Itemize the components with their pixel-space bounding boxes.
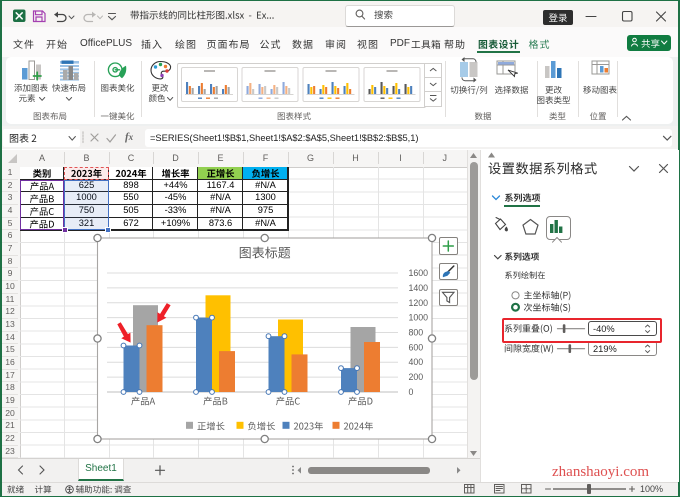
svg-text:1600: 1600	[409, 268, 429, 278]
svg-text:400: 400	[409, 357, 424, 367]
svg-text:1000: 1000	[409, 313, 429, 323]
svg-text:0: 0	[409, 387, 414, 397]
svg-text:200: 200	[409, 372, 424, 382]
svg-text:1400: 1400	[409, 283, 429, 293]
svg-text:1200: 1200	[409, 298, 429, 308]
svg-text:600: 600	[409, 342, 424, 352]
svg-text:800: 800	[409, 328, 424, 338]
